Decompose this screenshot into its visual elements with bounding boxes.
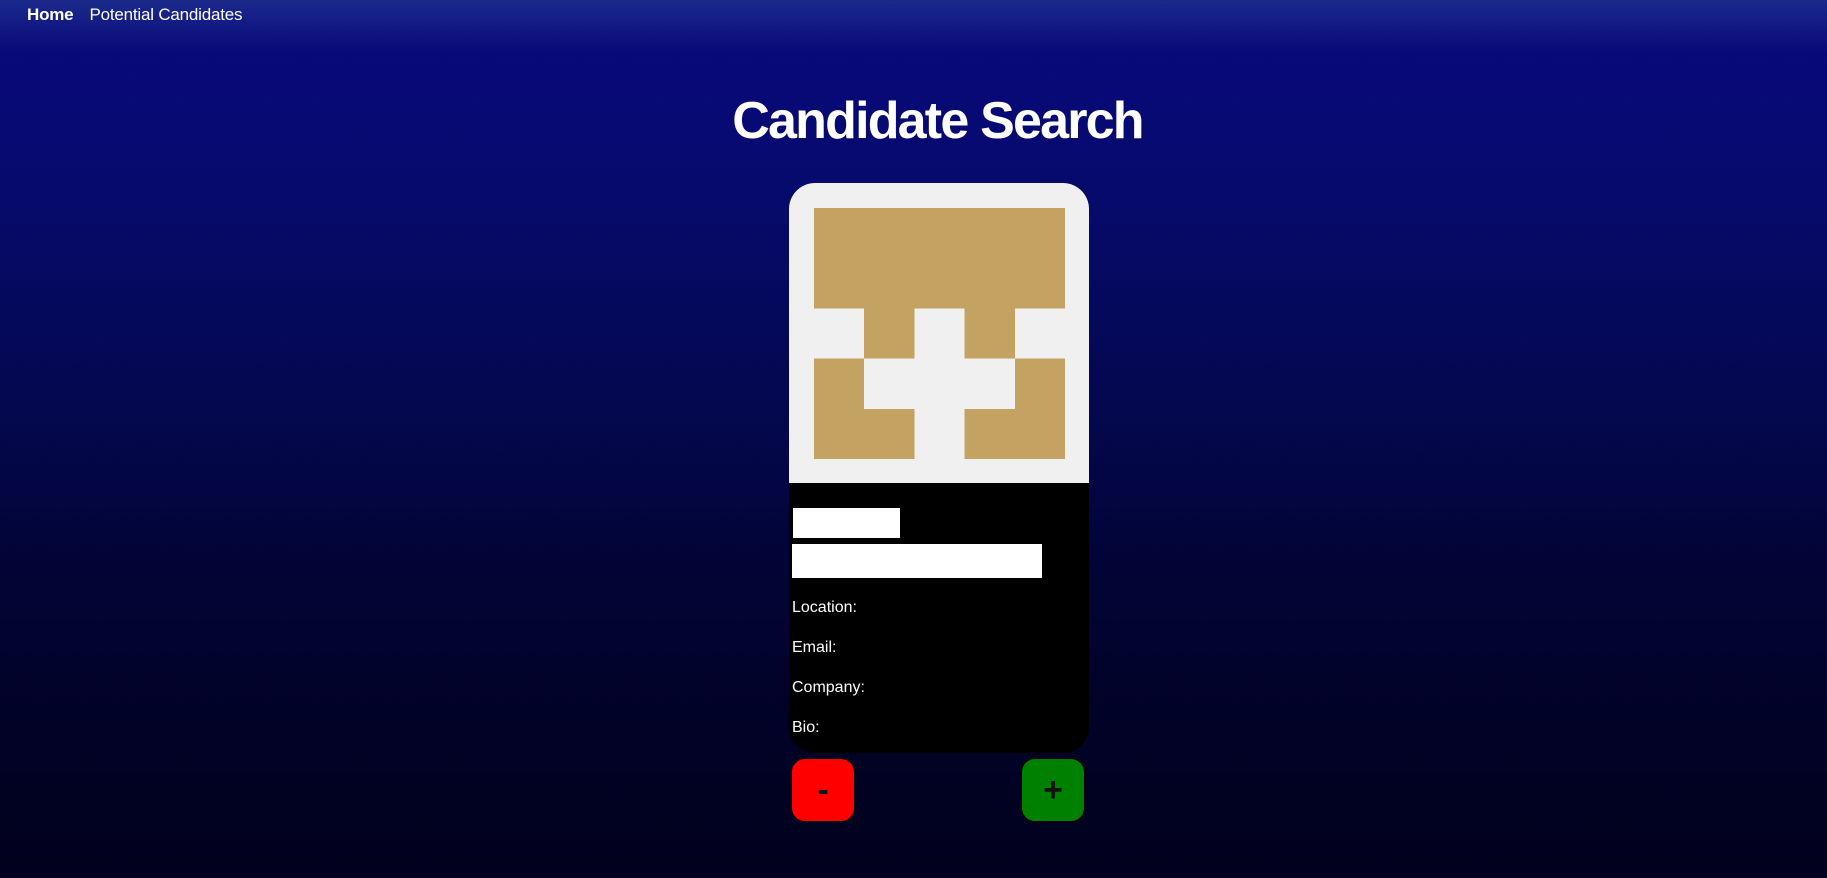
candidate-location: Location: <box>792 599 857 616</box>
candidate-email: Email: <box>792 639 837 656</box>
candidate-avatar <box>789 183 1089 483</box>
accept-candidate-button[interactable]: + <box>1021 758 1085 822</box>
nav-home-link[interactable]: Home <box>27 4 74 26</box>
candidate-actions: - + <box>791 758 1087 824</box>
candidate-username-placeholder <box>792 544 1042 578</box>
candidate-name-placeholder <box>793 508 900 538</box>
candidate-bio: Bio: <box>792 719 820 736</box>
candidate-card: Location: Email: Company: Bio: <box>789 183 1089 753</box>
candidate-company: Company: <box>792 679 865 696</box>
top-nav: Home Potential Candidates <box>27 4 243 26</box>
identicon-image <box>814 208 1065 459</box>
nav-potential-candidates-link[interactable]: Potential Candidates <box>89 4 242 26</box>
reject-candidate-button[interactable]: - <box>791 758 855 822</box>
candidate-info: Location: Email: Company: Bio: <box>792 508 1086 738</box>
page-title: Candidate Search <box>732 92 1144 150</box>
